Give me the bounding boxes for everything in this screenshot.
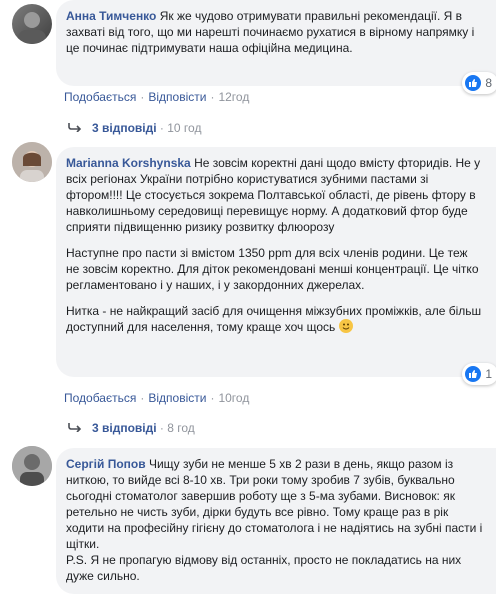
comment-paragraph: Наступне про пасти зі вмістом 1350 ppm д…	[66, 246, 479, 292]
like-link[interactable]: Подобається	[64, 90, 136, 104]
reply-link[interactable]: Відповісти	[148, 90, 206, 104]
avatar[interactable]	[12, 4, 52, 44]
replies-count[interactable]: 3 відповіді	[92, 421, 157, 435]
comment-ps: P.S. Я не пропагую відмову від останніх,…	[66, 553, 462, 583]
comment-author[interactable]: Marianna Korshynska	[66, 156, 191, 170]
comment-actions: Подобається · Відповісти · 12год	[64, 90, 250, 104]
comment-bubble: Сергій Попов Чищу зуби не менше 5 хв 2 р…	[56, 448, 496, 594]
comment-author[interactable]: Сергій Попов	[66, 457, 146, 471]
like-icon	[465, 366, 482, 382]
comment-author[interactable]: Анна Тимченко	[66, 9, 156, 23]
replies-time: 10 год	[167, 121, 202, 135]
comment-text: Чищу зуби не менше 5 хв 2 рази в день, я…	[66, 457, 483, 551]
reaction-count: 1	[485, 367, 492, 381]
reaction-summary[interactable]: 8	[462, 72, 496, 94]
comment-bubble: Анна Тимченко Як же чудово отримувати пр…	[56, 0, 496, 94]
replies-time: 8 год	[167, 421, 195, 435]
reaction-count: 8	[485, 76, 492, 90]
avatar[interactable]	[12, 446, 52, 486]
reply-arrow-icon	[68, 421, 84, 435]
view-replies[interactable]: 3 відповіді · 8 год	[68, 421, 195, 435]
like-link[interactable]: Подобається	[64, 391, 136, 405]
avatar[interactable]	[12, 142, 52, 182]
reply-arrow-icon	[68, 121, 84, 135]
comment-time[interactable]: 10год	[218, 391, 249, 405]
reply-link[interactable]: Відповісти	[148, 391, 206, 405]
comment-paragraph: Нитка - не найкращий засіб для очищення …	[66, 304, 482, 334]
replies-count[interactable]: 3 відповіді	[92, 121, 157, 135]
comment-bubble: Marianna Korshynska Не зовсім коректні д…	[56, 147, 496, 385]
comment-time[interactable]: 12год	[218, 90, 249, 104]
comment-actions: Подобається · Відповісти · 10год	[64, 391, 250, 405]
like-icon	[465, 75, 482, 91]
smile-emoji-icon	[338, 319, 353, 333]
view-replies[interactable]: 3 відповіді · 10 год	[68, 121, 201, 135]
reaction-summary[interactable]: 1	[462, 363, 496, 385]
